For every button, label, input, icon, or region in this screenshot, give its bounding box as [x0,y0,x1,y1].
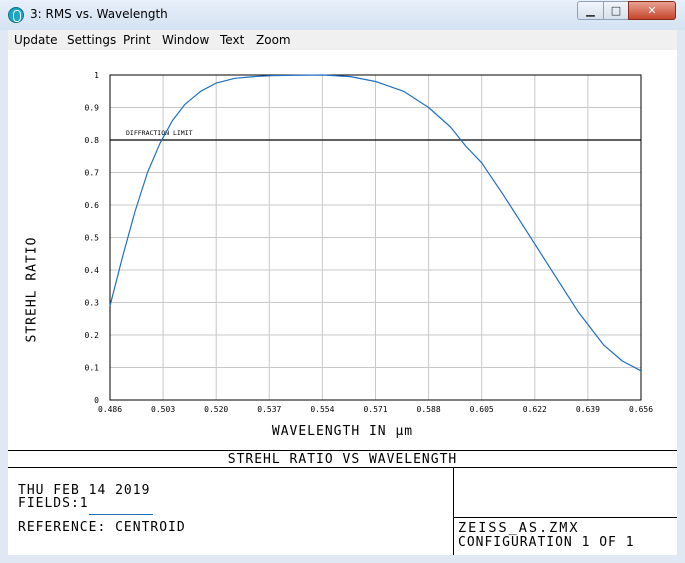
y-tick-label: 0.2 [85,331,100,340]
zemax-icon [8,7,24,23]
y-tick-label: 0 [94,396,99,405]
divider [8,450,677,451]
y-tick-label: 0.8 [85,136,100,145]
menu-bar: Update Settings Print Window Text Zoom [8,30,677,50]
menu-print[interactable]: Print [123,33,151,47]
fields-underline [89,514,153,515]
menu-window[interactable]: Window [162,33,209,47]
menu-update[interactable]: Update [14,33,57,47]
plot-canvas: 0.486 0.503 0.520 0.537 0.554 0.571 0.588 0.605… [8,50,677,555]
divider [8,467,677,468]
x-tick-label: 0.554 [310,405,334,414]
minimize-button[interactable]: ▁ [577,1,604,20]
y-tick-label: 0.9 [85,104,100,113]
menu-text[interactable]: Text [220,33,244,47]
configuration-label: CONFIGURATION 1 OF 1 [458,535,635,550]
plot-subtitle: STREHL RATIO VS WAVELENGTH [227,452,458,467]
x-tick-label: 0.605 [470,405,494,414]
x-tick-label: 0.503 [151,405,175,414]
close-button[interactable]: ✕ [628,1,676,20]
y-tick-label: 0.3 [85,299,100,308]
x-tick-label: 0.656 [629,405,653,414]
x-tick-label: 0.520 [204,405,228,414]
y-tick-label: 0.6 [85,201,100,210]
y-tick-label: 0.1 [85,364,100,373]
fields-label: FIELDS:1 [18,496,89,511]
title-bar[interactable]: 3: RMS vs. Wavelength ▁ □ ✕ [0,0,685,30]
y-tick-label: 0.7 [85,169,100,178]
strehl-chart: 0.486 0.503 0.520 0.537 0.554 0.571 0.588 0.605… [85,71,654,414]
x-tick-label: 0.622 [523,405,547,414]
x-tick-label: 0.588 [417,405,441,414]
menu-zoom[interactable]: Zoom [256,33,291,47]
divider [453,517,677,518]
x-tick-label: 0.486 [98,405,122,414]
divider [453,467,454,555]
reference-label: REFERENCE: CENTROID [18,520,186,535]
y-axis-label: STREHL RATIO [24,236,40,343]
menu-settings[interactable]: Settings [67,33,116,47]
maximize-button[interactable]: □ [603,1,629,20]
file-name: ZEISS_AS.ZMX [458,520,580,536]
y-tick-label: 1 [94,71,99,80]
x-tick-label: 0.571 [363,405,387,414]
x-tick-label: 0.639 [576,405,600,414]
x-tick-label: 0.537 [257,405,281,414]
window-title: 3: RMS vs. Wavelength [30,7,168,21]
y-tick-label: 0.4 [85,266,100,275]
y-tick-label: 0.5 [85,234,100,243]
x-axis-label: WAVELENGTH IN μm [271,424,414,439]
diffraction-limit-label: DIFFRACTION LIMIT [126,129,193,137]
